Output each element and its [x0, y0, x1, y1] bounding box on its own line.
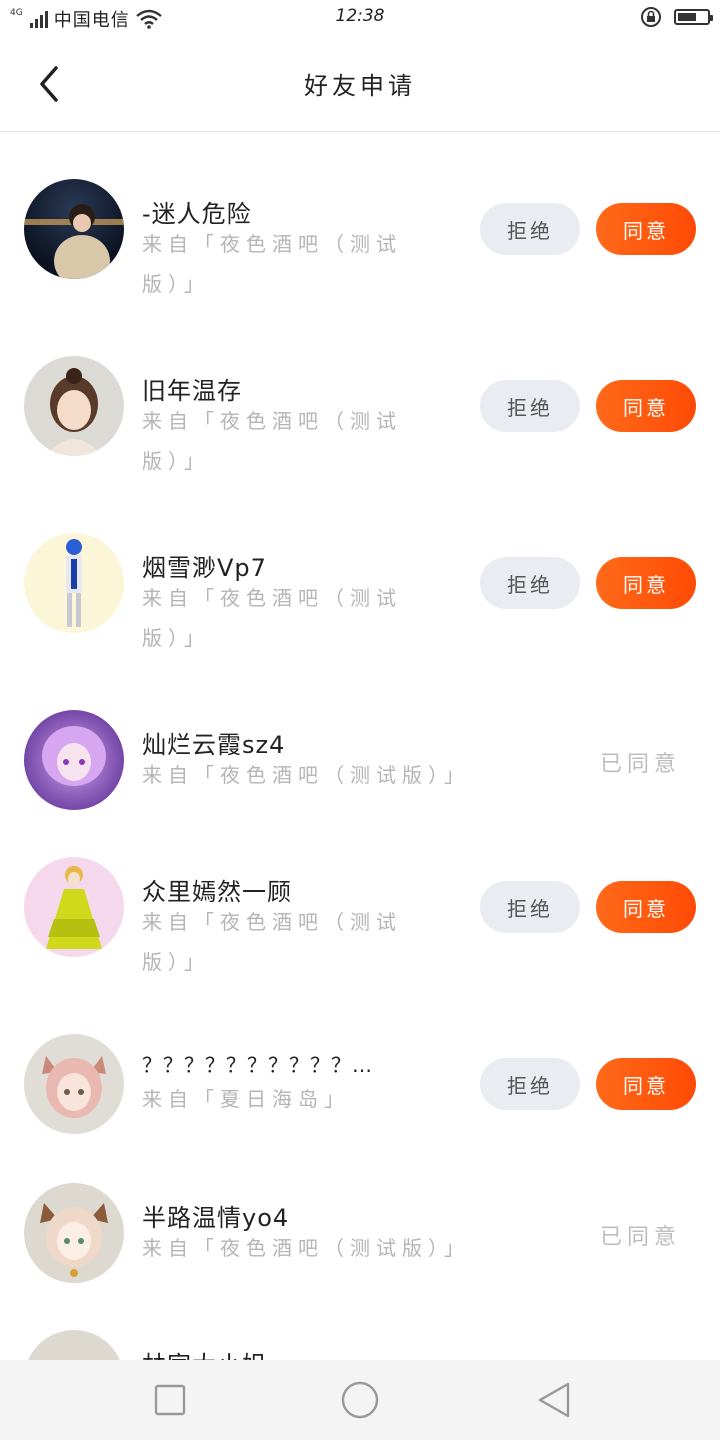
request-source-line: 版）」: [142, 272, 210, 296]
square-icon[interactable]: [150, 1380, 190, 1420]
reject-button[interactable]: 拒绝: [480, 557, 580, 609]
rotation-lock-icon: [641, 7, 661, 27]
header: 好友申请: [0, 36, 720, 132]
battery-level: [678, 13, 697, 21]
anime-dress-avatar-icon: [46, 866, 102, 949]
anime-cat-girl-avatar-2-icon: [40, 1203, 108, 1277]
request-source: 来自「夜色酒吧（测试版）」: [142, 755, 470, 795]
status-bar-right: [640, 6, 713, 28]
clock: 12:38: [335, 6, 385, 26]
request-source-line: 来自「夏日海岛」: [142, 1087, 350, 1111]
avatar[interactable]: [24, 179, 124, 279]
triangle-back-icon[interactable]: [534, 1380, 574, 1420]
system-nav-bar: [0, 1360, 720, 1440]
request-source-line: 来自「夜色酒吧（测试: [142, 586, 402, 610]
reject-button[interactable]: 拒绝: [480, 881, 580, 933]
accept-button[interactable]: 同意: [596, 203, 696, 255]
request-source: 来自「夏日海岛」: [142, 1079, 350, 1119]
request-source-line: 来自「夜色酒吧（测试: [142, 232, 402, 256]
accepted-status: 已同意: [600, 752, 682, 777]
accept-button[interactable]: 同意: [596, 380, 696, 432]
page-title: 好友申请: [304, 72, 416, 100]
request-source: 来自「夜色酒吧（测试 版）」: [142, 401, 402, 481]
request-source-line: 版）」: [142, 626, 210, 650]
request-source-line: 来自「夜色酒吧（测试版）」: [142, 763, 470, 787]
request-source-line: 版）」: [142, 449, 210, 473]
avatar[interactable]: [24, 1183, 124, 1283]
accept-button[interactable]: 同意: [596, 881, 696, 933]
request-source-line: 来自「夜色酒吧（测试: [142, 910, 402, 934]
request-source-line: 来自「夜色酒吧（测试版）」: [142, 1236, 470, 1260]
anime-boy-avatar-icon: [66, 539, 82, 627]
photo-avatar-icon: [24, 204, 124, 279]
circle-icon[interactable]: [340, 1380, 380, 1420]
anime-cat-girl-avatar-icon: [42, 1056, 106, 1118]
avatar[interactable]: [24, 356, 124, 456]
request-source-line: 来自「夜色酒吧（测试: [142, 409, 402, 433]
avatar[interactable]: [24, 533, 124, 633]
battery-icon: [674, 9, 713, 25]
anime-girl-avatar-icon: [46, 368, 102, 456]
avatar[interactable]: [24, 1034, 124, 1134]
anime-purple-avatar-icon: [42, 726, 106, 786]
reject-button[interactable]: 拒绝: [480, 1058, 580, 1110]
request-source: 来自「夜色酒吧（测试 版）」: [142, 902, 402, 982]
request-source-line: 版）」: [142, 950, 210, 974]
request-source: 来自「夜色酒吧（测试 版）」: [142, 578, 402, 658]
request-name: ？？？？？？？？？？…: [142, 1053, 373, 1077]
avatar[interactable]: [24, 710, 124, 810]
reject-button[interactable]: 拒绝: [480, 203, 580, 255]
request-source: 来自「夜色酒吧（测试版）」: [142, 1228, 470, 1268]
avatar[interactable]: [24, 857, 124, 957]
accept-button[interactable]: 同意: [596, 557, 696, 609]
request-source: 来自「夜色酒吧（测试 版）」: [142, 224, 402, 304]
reject-button[interactable]: 拒绝: [480, 380, 580, 432]
accept-button[interactable]: 同意: [596, 1058, 696, 1110]
status-bar: 4G 中国电信 12:38: [0, 0, 720, 36]
accepted-status: 已同意: [600, 1225, 682, 1250]
